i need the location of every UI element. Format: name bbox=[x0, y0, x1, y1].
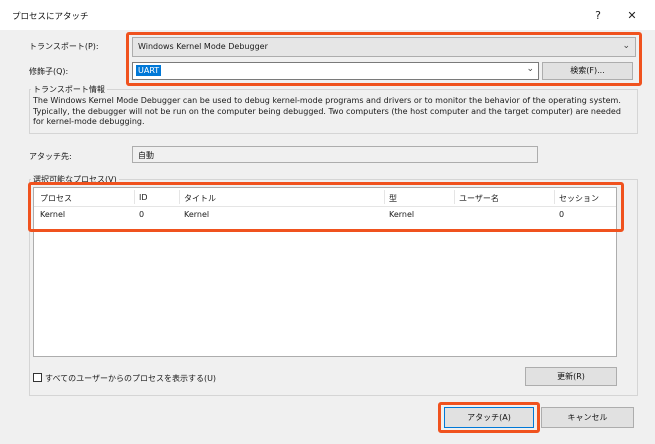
qualifier-label: 修飾子(Q): bbox=[29, 67, 69, 76]
transport-label: トランスポート(P): bbox=[29, 42, 99, 51]
refresh-button[interactable]: 更新(R) bbox=[525, 367, 617, 386]
transport-info-text: The Windows Kernel Mode Debugger can be … bbox=[33, 96, 621, 126]
show-all-users-checkbox[interactable] bbox=[33, 373, 42, 382]
help-icon[interactable]: ? bbox=[586, 6, 610, 26]
transport-info-title: トランスポート情報 bbox=[31, 84, 107, 95]
highlight-box-transport bbox=[126, 32, 642, 86]
show-all-users-label[interactable]: すべてのユーザーからのプロセスを表示する(U) bbox=[45, 373, 216, 384]
attach-to-label: アタッチ先: bbox=[29, 152, 72, 161]
close-icon[interactable]: ✕ bbox=[620, 6, 644, 26]
attach-to-field[interactable]: 自動 bbox=[132, 146, 538, 163]
highlight-box-process-list bbox=[28, 182, 624, 232]
title-bar: プロセスにアタッチ ? ✕ bbox=[0, 0, 655, 30]
highlight-box-attach bbox=[438, 402, 540, 433]
window-title: プロセスにアタッチ bbox=[12, 12, 89, 22]
attach-to-process-dialog: プロセスにアタッチ ? ✕ トランスポート(P): Windows Kernel… bbox=[0, 0, 655, 444]
cancel-button[interactable]: キャンセル bbox=[541, 407, 634, 428]
attach-to-value: 自動 bbox=[138, 151, 154, 160]
